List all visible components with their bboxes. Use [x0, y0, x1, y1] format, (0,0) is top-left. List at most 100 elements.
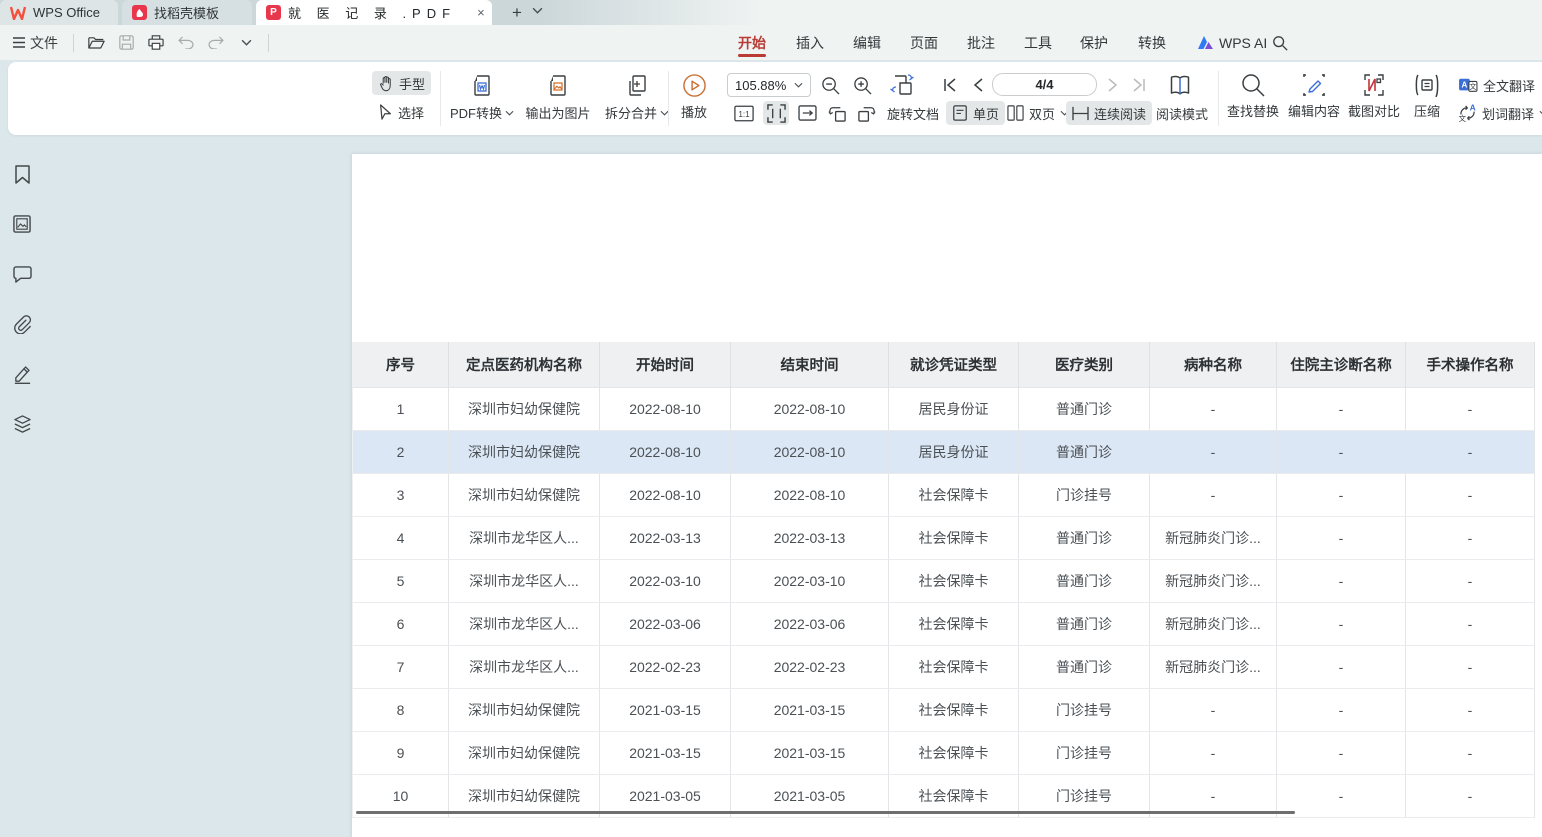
layers-panel-icon[interactable] [8, 410, 36, 438]
pdf-page: 序号定点医药机构名称开始时间结束时间就诊凭证类型医疗类别病种名称住院主诊断名称手… [352, 154, 1542, 837]
table-cell: - [1150, 689, 1277, 732]
thumbnails-panel-icon[interactable] [8, 210, 36, 238]
table-cell: 2022-08-10 [731, 431, 889, 474]
export-image-icon [545, 73, 571, 99]
file-menu[interactable]: 文件 [30, 33, 58, 53]
export-image-button[interactable]: 输出为图片 [518, 73, 598, 122]
rotate-left-icon [828, 104, 847, 122]
table-cell: 新冠肺炎门诊... [1150, 603, 1277, 646]
rotate-document-icon-button[interactable] [888, 70, 918, 100]
prev-page-button[interactable] [966, 73, 990, 97]
table-cell: - [1406, 388, 1535, 431]
menu-item-edit[interactable]: 编辑 [851, 25, 883, 60]
table-cell: - [1406, 689, 1535, 732]
table-row: 7深圳市龙华区人...2022-02-232022-02-23社会保障卡普通门诊… [352, 646, 1535, 689]
table-body: 1深圳市妇幼保健院2022-08-102022-08-10居民身份证普通门诊--… [352, 388, 1535, 818]
find-replace-button[interactable]: 查找替换 [1220, 73, 1286, 120]
hand-icon [378, 75, 394, 92]
zoom-level-value: 105.88% [735, 78, 786, 93]
menu-item-home[interactable]: 开始 [736, 25, 768, 60]
comments-panel-icon[interactable] [8, 260, 36, 288]
open-file-icon[interactable] [83, 30, 109, 56]
bookmarks-panel-icon[interactable] [8, 160, 36, 188]
table-cell: 普通门诊 [1019, 388, 1150, 431]
edit-content-button[interactable]: 编辑内容 [1282, 73, 1346, 120]
continuous-read-icon [1072, 106, 1089, 121]
menu-item-convert[interactable]: 转换 [1136, 25, 1168, 60]
select-tool-button[interactable]: 选择 [372, 100, 430, 124]
page-number-input[interactable]: 4/4 [992, 73, 1097, 96]
menu-item-insert[interactable]: 插入 [794, 25, 826, 60]
table-cell: 居民身份证 [889, 431, 1019, 474]
menu-search-icon[interactable] [1270, 25, 1290, 60]
fit-width-button[interactable] [763, 101, 789, 125]
play-button[interactable]: 播放 [672, 73, 716, 121]
double-page-button[interactable]: 双页 [1001, 101, 1075, 125]
zoom-in-button[interactable] [849, 72, 875, 98]
read-mode-icon-button[interactable] [1164, 70, 1196, 100]
compress-button[interactable]: 压缩 [1405, 73, 1449, 120]
zoom-level-select[interactable]: 105.88% [727, 73, 811, 97]
pdf-convert-button[interactable]: PDF转换 [440, 73, 524, 122]
table-cell: 2022-03-13 [731, 517, 889, 560]
next-page-button[interactable] [1102, 73, 1124, 97]
table-cell: 2022-08-10 [600, 388, 731, 431]
continuous-read-button[interactable]: 连续阅读 [1066, 101, 1152, 125]
attachments-panel-icon[interactable] [8, 310, 36, 338]
undo-icon[interactable] [173, 30, 199, 56]
annotation-pen-panel-icon[interactable] [8, 360, 36, 388]
last-page-button[interactable] [1127, 73, 1151, 97]
table-cell: 社会保障卡 [889, 689, 1019, 732]
table-cell: - [1277, 560, 1406, 603]
svg-text:文: 文 [1469, 82, 1476, 91]
table-header-row: 序号定点医药机构名称开始时间结束时间就诊凭证类型医疗类别病种名称住院主诊断名称手… [352, 342, 1535, 388]
hand-tool-button[interactable]: 手型 [372, 71, 431, 95]
table-cell: 深圳市龙华区人... [449, 517, 600, 560]
hamburger-icon[interactable] [12, 37, 26, 48]
save-icon[interactable] [113, 30, 139, 56]
print-icon[interactable] [143, 30, 169, 56]
full-translate-button[interactable]: A文 全文翻译 [1452, 73, 1541, 97]
menu-item-wps-ai[interactable]: WPS AI [1196, 25, 1269, 60]
pdf-file-icon: P [266, 5, 281, 20]
read-mode-button[interactable]: 阅读模式 [1150, 101, 1214, 125]
word-translate-icon: 文A [1458, 104, 1477, 122]
rotate-left-button[interactable] [824, 101, 850, 125]
ribbon-toolbar: 手型 选择 PDF转换 输出为图片 拆分合并 播放 105.88% [8, 62, 1542, 135]
menu-item-comment[interactable]: 批注 [965, 25, 997, 60]
first-page-button[interactable] [938, 73, 962, 97]
table-row: 5深圳市龙华区人...2022-03-102022-03-10社会保障卡普通门诊… [352, 560, 1535, 603]
menu-item-page[interactable]: 页面 [908, 25, 940, 60]
svg-text:A: A [1470, 104, 1476, 113]
svg-text:文: 文 [1459, 113, 1467, 122]
column-header: 开始时间 [600, 342, 731, 388]
table-row: 2深圳市妇幼保健院2022-08-102022-08-10居民身份证普通门诊--… [352, 431, 1535, 474]
zoom-out-button[interactable] [817, 72, 843, 98]
table-cell: 门诊挂号 [1019, 474, 1150, 517]
close-tab-icon[interactable]: × [477, 5, 485, 20]
menu-item-tools[interactable]: 工具 [1022, 25, 1054, 60]
redo-icon[interactable] [203, 30, 229, 56]
table-cell: - [1150, 388, 1277, 431]
fit-page-button[interactable] [795, 101, 820, 125]
tab-wps-home[interactable]: WPS Office [0, 0, 118, 25]
tab-docer-templates[interactable]: 找稻壳模板 [122, 0, 252, 25]
menu-item-protect[interactable]: 保护 [1078, 25, 1110, 60]
new-tab-button[interactable]: + [506, 2, 528, 23]
split-merge-button[interactable]: 拆分合并 [596, 73, 678, 122]
document-area: 序号定点医药机构名称开始时间结束时间就诊凭证类型医疗类别病种名称住院主诊断名称手… [0, 137, 1542, 837]
single-page-button[interactable]: 单页 [946, 101, 1005, 125]
word-translate-button[interactable]: 文A 划词翻译 [1452, 101, 1542, 125]
rotate-document-button[interactable]: 旋转文档 [881, 101, 945, 125]
table-cell: 社会保障卡 [889, 732, 1019, 775]
screenshot-compare-button[interactable]: 截图对比 [1344, 73, 1404, 120]
tab-document-pdf[interactable]: P 就 医 记 录 .PDF × [256, 0, 492, 25]
table-cell: 5 [352, 560, 449, 603]
tab-list-chevron-icon[interactable] [532, 7, 543, 14]
table-cell: 门诊挂号 [1019, 689, 1150, 732]
actual-size-button[interactable]: 1:1 [731, 101, 756, 125]
rotate-right-button[interactable] [853, 101, 879, 125]
table-cell: 8 [352, 689, 449, 732]
table-cell: - [1277, 603, 1406, 646]
quickbar-chevron-icon[interactable] [233, 30, 259, 56]
